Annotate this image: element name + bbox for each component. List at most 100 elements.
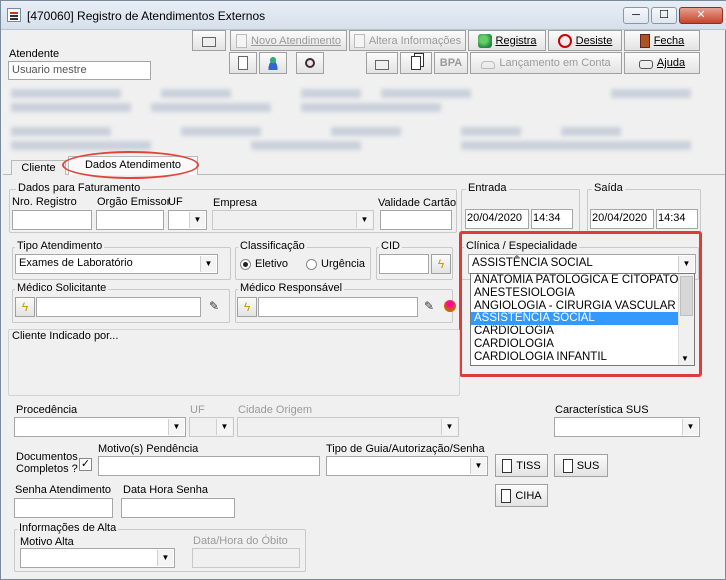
bpa-button[interactable]: BPA [434, 52, 468, 74]
empresa-label: Empresa [213, 197, 258, 209]
chevron-down-icon: ▼ [682, 419, 698, 435]
procedencia-uf-label: UF [190, 404, 205, 416]
medico-solicitante-lookup-button[interactable]: ϟ [15, 297, 35, 317]
altera-informacoes-button[interactable]: Altera Informações [349, 30, 466, 51]
copy-pages-icon [562, 458, 573, 473]
atendente-field[interactable]: Usuario mestre [8, 61, 151, 80]
faturamento-title: Dados para Faturamento [16, 182, 143, 194]
fecha-button[interactable]: Fecha [624, 30, 700, 51]
minimize-button[interactable]: ─ [623, 7, 649, 24]
magnifier-icon [305, 58, 315, 68]
print-button[interactable] [192, 30, 226, 51]
person-search-button[interactable] [259, 52, 287, 74]
procedencia-select[interactable]: ▼ [14, 417, 186, 437]
cancel-icon [557, 33, 572, 48]
cidade-origem-select[interactable]: ▼ [237, 417, 459, 437]
new-document-icon [236, 33, 248, 48]
caracteristica-sus-select[interactable]: ▼ [554, 417, 700, 437]
radio-urgencia-dot [306, 258, 317, 270]
cid-lookup-button[interactable]: ϟ [431, 254, 451, 274]
nro-registro-label: Nro. Registro [12, 196, 77, 208]
maximize-button[interactable]: ☐ [651, 7, 677, 24]
cid-field[interactable] [379, 254, 429, 274]
printer-icon [202, 37, 216, 47]
orgao-emissor-label: Orgão Emissor [97, 196, 171, 208]
ciha-label: CIHA [515, 489, 542, 502]
nro-registro-field[interactable] [12, 210, 92, 230]
copy-pages-icon [501, 488, 512, 503]
tiss-button[interactable]: TISS [495, 454, 548, 477]
chevron-down-icon: ▼ [200, 256, 216, 272]
dropdown-highlight-annotation [459, 231, 702, 377]
atendente-label: Atendente [9, 48, 60, 60]
cidade-origem-label: Cidade Origem [238, 404, 312, 416]
lightning-icon: ϟ [243, 300, 251, 314]
orgao-emissor-field[interactable] [96, 210, 164, 230]
validade-cartao-label: Validade Cartão [378, 197, 457, 209]
data-hora-senha-field[interactable] [121, 498, 235, 518]
lightning-icon: ϟ [437, 257, 445, 271]
radio-urgencia[interactable]: Urgência [306, 258, 365, 270]
senha-atendimento-label: Senha Atendimento [15, 484, 112, 496]
alta-title: Informações de Alta [17, 522, 119, 534]
procedencia-uf-select[interactable]: ▼ [189, 417, 234, 437]
help-icon [638, 60, 653, 69]
app-icon [7, 8, 21, 22]
tiss-label: TISS [516, 459, 541, 472]
data-hora-obito-label: Data/Hora do Óbito [193, 535, 288, 547]
tipo-guia-label: Tipo de Guia/Autorização/Senha [326, 443, 485, 455]
copy-pages-icon [502, 458, 513, 473]
ajuda-button[interactable]: Ajuda [624, 52, 700, 74]
novo-atendimento-button[interactable]: Novo Atendimento [230, 30, 347, 51]
data-hora-obito-field[interactable] [192, 548, 300, 568]
window-title: [470060] Registro de Atendimentos Extern… [27, 9, 266, 23]
validade-cartao-field[interactable] [380, 210, 452, 230]
motivo-pendencia-field[interactable] [98, 456, 320, 476]
documentos-completos-checkbox[interactable]: ✓ [79, 458, 92, 471]
close-button[interactable]: ✕ [679, 7, 723, 24]
sus-label: SUS [576, 459, 600, 472]
entrada-title: Entrada [466, 182, 509, 194]
medico-solicitante-title: Médico Solicitante [15, 282, 109, 294]
zoom-button[interactable] [296, 52, 324, 74]
entrada-date-field[interactable]: 20/04/2020 [465, 209, 529, 229]
saida-date-field[interactable]: 20/04/2020 [590, 209, 654, 229]
export-button[interactable] [229, 52, 257, 74]
radio-eletivo[interactable]: Eletivo [240, 258, 288, 270]
tab-cliente[interactable]: Cliente [11, 160, 66, 175]
uf-select[interactable]: ▼ [168, 210, 207, 230]
tipo-guia-select[interactable]: ▼ [326, 456, 488, 476]
medico-solicitante-edit-button[interactable]: ✎ [204, 297, 224, 317]
desiste-button[interactable]: Desiste [548, 30, 622, 51]
saida-title: Saída [592, 182, 625, 194]
cliente-indicado-label: Cliente Indicado por... [12, 330, 119, 342]
medico-responsavel-field[interactable] [258, 297, 418, 317]
saida-time-field[interactable]: 14:34 [656, 209, 698, 229]
medico-solicitante-field[interactable] [36, 297, 201, 317]
documentos-label-line2: Completos ? [16, 463, 78, 475]
motivo-alta-select[interactable]: ▼ [20, 548, 175, 568]
medico-responsavel-title: Médico Responsável [238, 282, 345, 294]
radio-eletivo-label: Eletivo [255, 258, 289, 270]
copy-button[interactable] [400, 52, 432, 74]
ajuda-label: Ajuda [656, 57, 686, 69]
motivo-pendencia-label: Motivo(s) Pendência [98, 443, 199, 455]
radio-urgencia-label: Urgência [321, 258, 366, 270]
ciha-button[interactable]: CIHA [495, 484, 548, 507]
tipo-atendimento-select[interactable]: Exames de Laboratório ▼ [15, 254, 218, 274]
empresa-select[interactable]: ▼ [212, 210, 374, 230]
senha-atendimento-field[interactable] [14, 498, 113, 518]
registra-button[interactable]: Registra [468, 30, 546, 51]
sus-button[interactable]: SUS [554, 454, 608, 477]
lancamento-conta-button[interactable]: Lançamento em Conta [470, 52, 622, 74]
edit-pencil-icon: ✎ [208, 299, 220, 313]
export-icon [238, 56, 248, 70]
chevron-down-icon: ▼ [157, 550, 173, 566]
medico-responsavel-edit-button[interactable]: ✎ [419, 297, 439, 317]
entrada-time-field[interactable]: 14:34 [531, 209, 573, 229]
novo-atendimento-label: Novo Atendimento [251, 34, 341, 47]
edit-pencil-icon: ✎ [423, 299, 435, 313]
print-report-button[interactable] [366, 52, 398, 74]
registra-icon [477, 33, 492, 48]
medico-responsavel-lookup-button[interactable]: ϟ [237, 297, 257, 317]
